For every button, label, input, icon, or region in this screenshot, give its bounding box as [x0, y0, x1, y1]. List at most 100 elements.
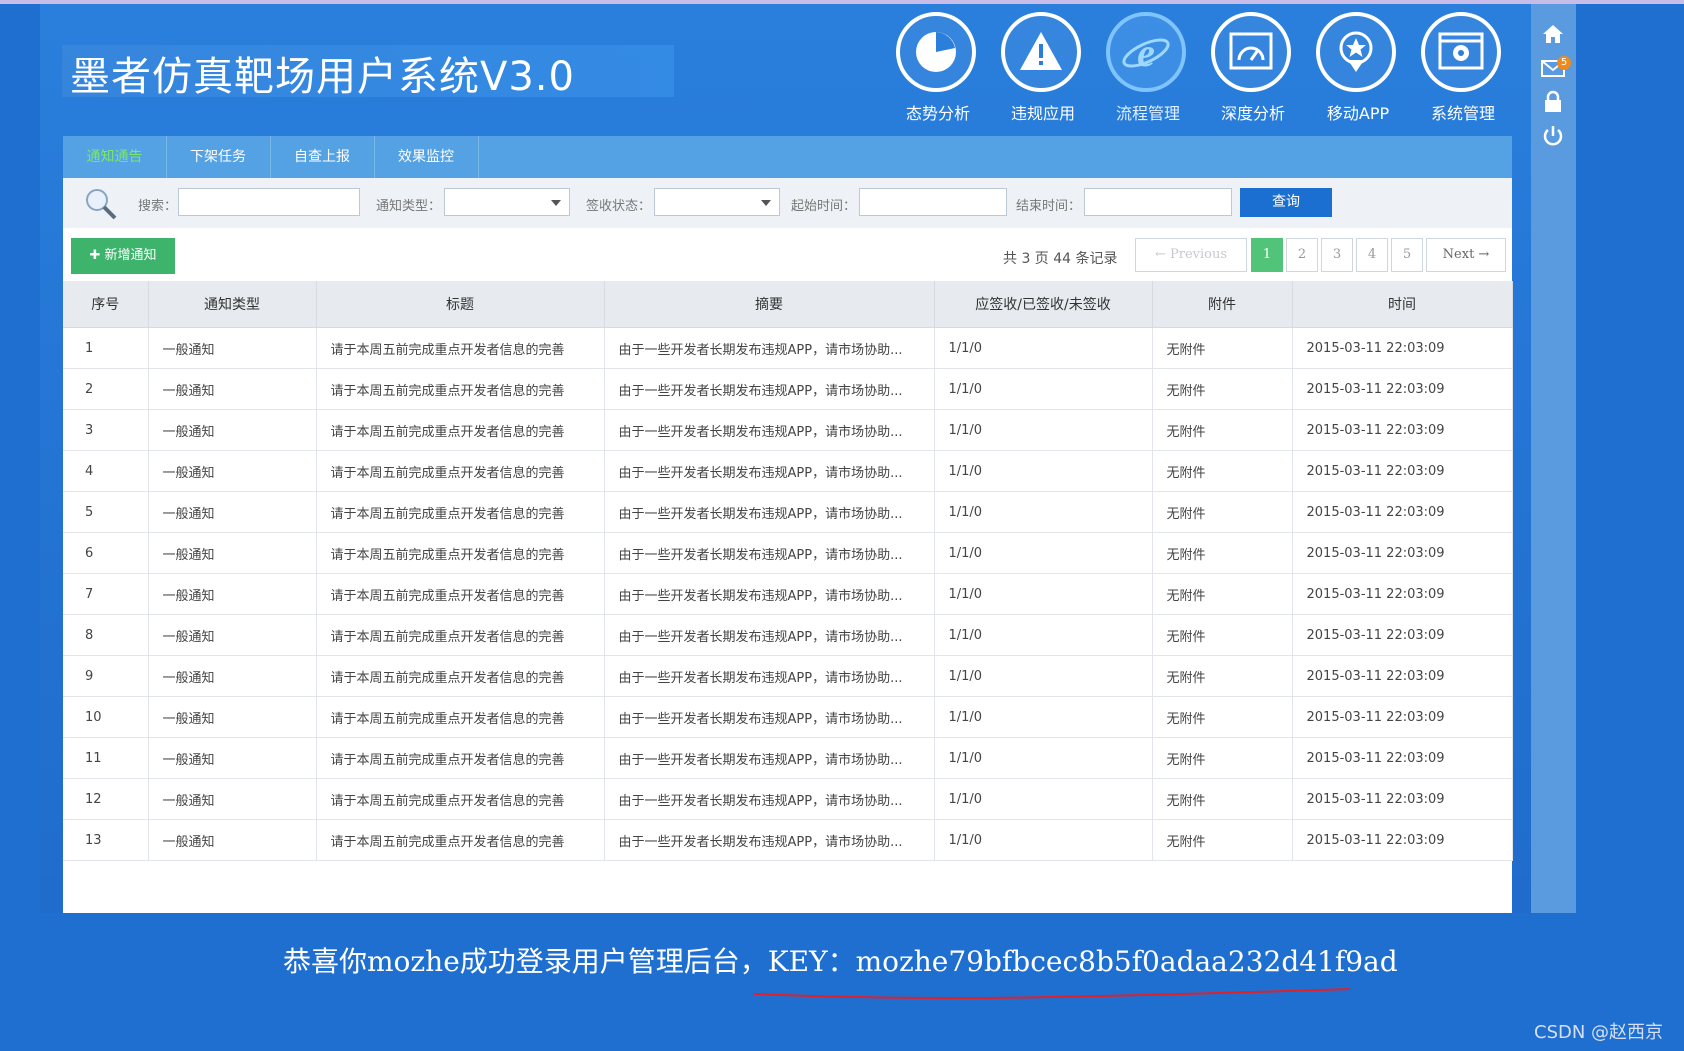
table-cell: 3	[63, 409, 149, 451]
table-cell: 1/1/0	[934, 532, 1153, 574]
column-header-time[interactable]: 时间	[1292, 281, 1513, 328]
table-cell: 1/1/0	[934, 778, 1153, 820]
table-cell: 由于一些开发者长期发布违规APP，请市场协助...	[604, 409, 935, 451]
table-row[interactable]: 8 一般通知 请于本周五前完成重点开发者信息的完善 由于一些开发者长期发布违规APP，…	[63, 614, 1513, 656]
table-cell: 1/1/0	[934, 655, 1153, 697]
table-cell: 12	[63, 778, 149, 820]
chevron-down-icon	[761, 200, 771, 206]
table-cell: 由于一些开发者长期发布违规APP，请市场协助...	[604, 655, 935, 697]
start-time-label: 起始时间：	[791, 199, 857, 214]
nav-label: 系统管理	[1430, 104, 1495, 123]
table-cell: 1/1/0	[934, 327, 1153, 369]
column-header-type[interactable]: 通知类型	[148, 281, 317, 328]
table-row[interactable]: 5 一般通知 请于本周五前完成重点开发者信息的完善 由于一些开发者长期发布违规APP，…	[63, 491, 1513, 533]
table-cell: 由于一些开发者长期发布违规APP，请市场协助...	[604, 573, 935, 615]
table-cell: 无附件	[1152, 327, 1293, 369]
table-row[interactable]: 1 一般通知 请于本周五前完成重点开发者信息的完善 由于一些开发者长期发布违规APP，…	[63, 327, 1513, 369]
page-button-3[interactable]: 3	[1321, 238, 1353, 272]
page-button-1[interactable]: 1	[1251, 238, 1283, 272]
page-button-4[interactable]: 4	[1356, 238, 1388, 272]
notice-type-label: 通知类型：	[376, 199, 442, 214]
table-cell: 无附件	[1152, 778, 1293, 820]
nav-system-management[interactable]: 系统管理	[1413, 10, 1513, 126]
page-button-2[interactable]: 2	[1286, 238, 1318, 272]
page-button-5[interactable]: 5	[1391, 238, 1423, 272]
column-header-attachment[interactable]: 附件	[1152, 281, 1293, 328]
gear-window-icon	[1438, 32, 1484, 70]
table-row[interactable]: 9 一般通知 请于本周五前完成重点开发者信息的完善 由于一些开发者长期发布违规APP，…	[63, 655, 1513, 697]
power-icon[interactable]	[1541, 124, 1565, 148]
nav-label: 流程管理	[1115, 104, 1180, 123]
table-cell: 由于一些开发者长期发布违规APP，请市场协助...	[604, 614, 935, 656]
table-row[interactable]: 11 一般通知 请于本周五前完成重点开发者信息的完善 由于一些开发者长期发布违规APP…	[63, 737, 1513, 779]
table-row[interactable]: 10 一般通知 请于本周五前完成重点开发者信息的完善 由于一些开发者长期发布违规APP…	[63, 696, 1513, 738]
table-row[interactable]: 12 一般通知 请于本周五前完成重点开发者信息的完善 由于一些开发者长期发布违规APP…	[63, 778, 1513, 820]
table-row[interactable]: 13 一般通知 请于本周五前完成重点开发者信息的完善 由于一些开发者长期发布违规APP…	[63, 819, 1513, 861]
nav-process-management[interactable]: e 流程管理	[1098, 10, 1198, 126]
query-button[interactable]: 查询	[1240, 188, 1332, 217]
table-cell: 11	[63, 737, 149, 779]
column-header-sign-counts[interactable]: 应签收/已签收/未签收	[934, 281, 1153, 328]
page-info: 共 3 页 44 条记录	[1003, 251, 1118, 267]
sign-status-select[interactable]	[654, 188, 780, 216]
table-cell: 2015-03-11 22:03:09	[1292, 819, 1513, 861]
notice-type-select[interactable]	[444, 188, 570, 216]
nav-situation-analysis[interactable]: 态势分析	[888, 10, 988, 126]
right-toolbar: 5	[1531, 4, 1576, 913]
table-cell: 1/1/0	[934, 614, 1153, 656]
table-row[interactable]: 4 一般通知 请于本周五前完成重点开发者信息的完善 由于一些开发者长期发布违规APP，…	[63, 450, 1513, 492]
previous-button[interactable]: ← Previous	[1135, 238, 1247, 272]
table-cell: 4	[63, 450, 149, 492]
tab-notices[interactable]: 通知通告	[63, 136, 167, 178]
gauge-icon	[1229, 32, 1273, 70]
table-cell: 由于一些开发者长期发布违规APP，请市场协助...	[604, 368, 935, 410]
table-cell: 1/1/0	[934, 409, 1153, 451]
tab-effect-monitor[interactable]: 效果监控	[374, 136, 479, 178]
table-cell: 一般通知	[148, 491, 317, 533]
table-cell: 由于一些开发者长期发布违规APP，请市场协助...	[604, 450, 935, 492]
table-cell: 由于一些开发者长期发布违规APP，请市场协助...	[604, 819, 935, 861]
table-row[interactable]: 3 一般通知 请于本周五前完成重点开发者信息的完善 由于一些开发者长期发布违规APP，…	[63, 409, 1513, 451]
start-time-input[interactable]	[859, 188, 1007, 216]
end-time-input[interactable]	[1084, 188, 1232, 216]
table-cell: 请于本周五前完成重点开发者信息的完善	[316, 573, 605, 615]
table-cell: 7	[63, 573, 149, 615]
lock-icon[interactable]	[1541, 90, 1565, 114]
table-cell: 由于一些开发者长期发布违规APP，请市场协助...	[604, 737, 935, 779]
search-input[interactable]	[178, 188, 360, 216]
next-button[interactable]: Next →	[1426, 238, 1506, 272]
table-row[interactable]: 7 一般通知 请于本周五前完成重点开发者信息的完善 由于一些开发者长期发布违规APP，…	[63, 573, 1513, 615]
content-panel: 通知通告 下架任务 自查上报 效果监控 搜索： 通知类型： 签收状态： 起始时间…	[63, 136, 1513, 913]
table-row[interactable]: 6 一般通知 请于本周五前完成重点开发者信息的完善 由于一些开发者长期发布违规APP，…	[63, 532, 1513, 574]
table-header-row: 序号 通知类型 标题 摘要 应签收/已签收/未签收 附件 时间	[63, 281, 1513, 328]
nav-label: 违规应用	[1010, 104, 1075, 123]
column-header-title[interactable]: 标题	[316, 281, 605, 328]
tab-takedown-tasks[interactable]: 下架任务	[166, 136, 271, 178]
table-cell: 一般通知	[148, 573, 317, 615]
nav-deep-analysis[interactable]: 深度分析	[1203, 10, 1303, 126]
mail-badge: 5	[1557, 56, 1571, 70]
tab-self-report[interactable]: 自查上报	[270, 136, 375, 178]
table-cell: 由于一些开发者长期发布违规APP，请市场协助...	[604, 696, 935, 738]
table-cell: 2015-03-11 22:03:09	[1292, 450, 1513, 492]
table-cell: 无附件	[1152, 696, 1293, 738]
table-cell: 2015-03-11 22:03:09	[1292, 327, 1513, 369]
column-header-index[interactable]: 序号	[63, 281, 149, 328]
table-cell: 2015-03-11 22:03:09	[1292, 737, 1513, 779]
table-cell: 1/1/0	[934, 696, 1153, 738]
sign-status-label: 签收状态：	[586, 199, 652, 214]
add-notice-button[interactable]: ✚ 新增通知	[71, 238, 175, 274]
table-cell: 请于本周五前完成重点开发者信息的完善	[316, 450, 605, 492]
nav-violation-apps[interactable]: 违规应用	[993, 10, 1093, 126]
nav-mobile-app[interactable]: 移动APP	[1308, 10, 1408, 126]
column-header-summary[interactable]: 摘要	[604, 281, 935, 328]
table-row[interactable]: 2 一般通知 请于本周五前完成重点开发者信息的完善 由于一些开发者长期发布违规APP，…	[63, 368, 1513, 410]
table-cell: 一般通知	[148, 532, 317, 574]
table-cell: 无附件	[1152, 737, 1293, 779]
table-cell: 2015-03-11 22:03:09	[1292, 409, 1513, 451]
table-cell: 2015-03-11 22:03:09	[1292, 614, 1513, 656]
table-cell: 请于本周五前完成重点开发者信息的完善	[316, 819, 605, 861]
home-icon[interactable]	[1541, 22, 1565, 46]
table-cell: 请于本周五前完成重点开发者信息的完善	[316, 327, 605, 369]
table-cell: 2	[63, 368, 149, 410]
